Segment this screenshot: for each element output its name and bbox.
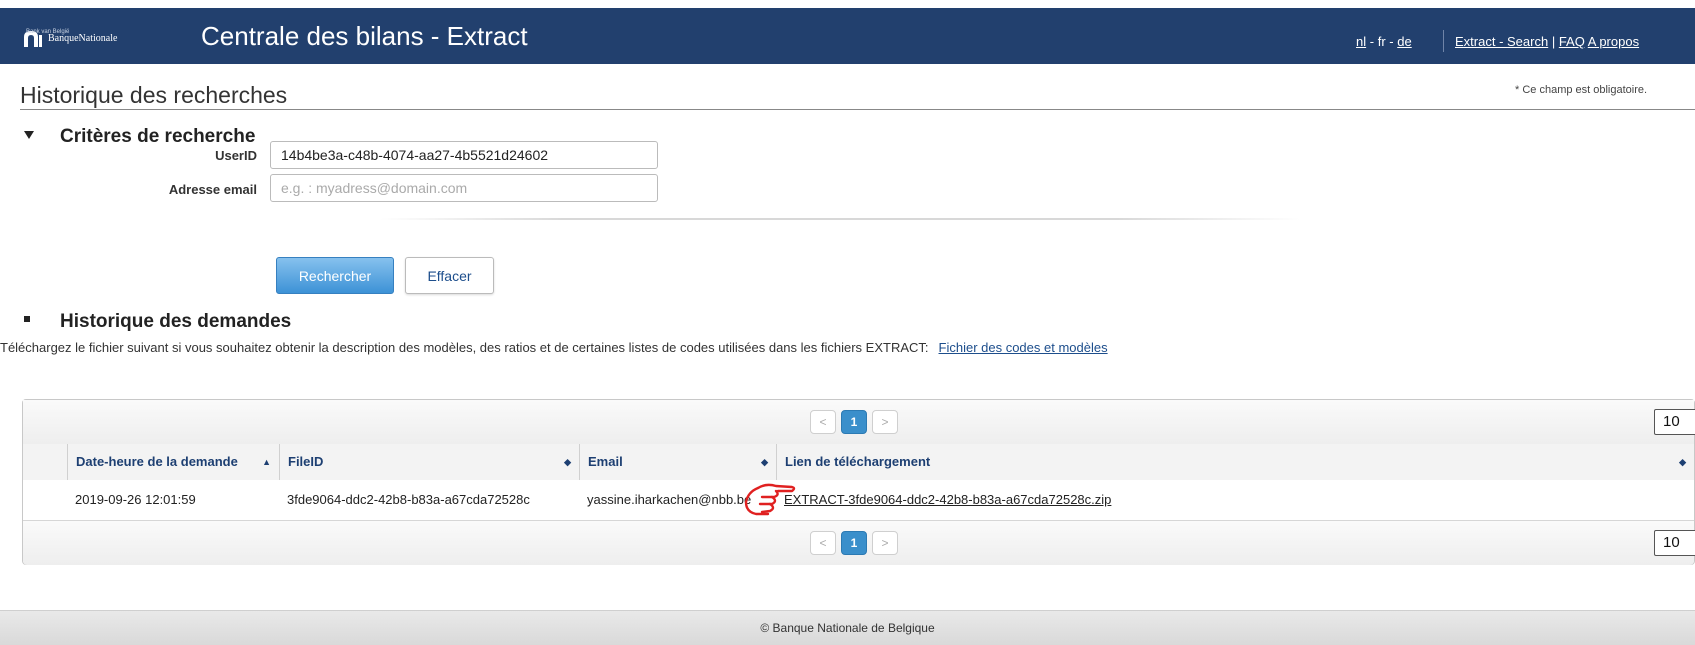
codes-models-file-link[interactable]: Fichier des codes et modèles (939, 340, 1108, 355)
top-nav: Extract - Search | FAQ A propos (1455, 34, 1639, 49)
page-size-select[interactable]: 10 ⌵ (1654, 530, 1695, 556)
nav-extract-search[interactable]: Extract - Search (1455, 34, 1548, 49)
cell-fileid: 3fde9064-ddc2-42b8-b83a-a67cda72528c (287, 492, 530, 507)
history-table-panel: < 1 > 10 ⌵ Date-heure de la demande ▲ Fil… (22, 399, 1695, 565)
pager-page-1[interactable]: 1 (841, 531, 867, 555)
sort-icon[interactable]: ▲ (262, 444, 271, 480)
userid-label: UserID (215, 148, 257, 163)
pager-bottom: < 1 > 10 ⌵ (23, 520, 1695, 565)
sort-icon[interactable]: ◆ (1679, 444, 1686, 480)
column-header-download[interactable]: Lien de téléchargement ◆ (776, 444, 1694, 480)
page-size-select[interactable]: 10 ⌵ (1654, 409, 1695, 435)
pager-page-1[interactable]: 1 (841, 410, 867, 434)
download-zip-link[interactable]: EXTRACT-3fde9064-ddc2-42b8-b83a-a67cda72… (784, 492, 1111, 507)
lang-separator: - (1369, 34, 1378, 49)
pointing-hand-icon (744, 483, 796, 516)
app-title: Centrale des bilans - Extract (201, 21, 528, 51)
title-divider (20, 109, 1695, 110)
cell-date: 2019-09-26 12:01:59 (75, 492, 196, 507)
column-header-date[interactable]: Date-heure de la demande ▲ (67, 444, 279, 480)
column-header-email-label: Email (588, 454, 623, 469)
criteria-heading: Critères de recherche (60, 126, 256, 147)
lang-de-link[interactable]: de (1397, 34, 1411, 49)
page-size-value: 10 (1663, 534, 1680, 551)
pager-prev-button[interactable]: < (810, 410, 836, 434)
nav-about[interactable]: A propos (1588, 34, 1639, 49)
page-title: Historique des recherches (20, 82, 288, 108)
required-field-note: * Ce champ est obligatoire. (1515, 84, 1648, 96)
section-bullet-icon (24, 315, 30, 322)
column-header-date-label: Date-heure de la demande (76, 454, 238, 469)
criteria-section-toggle[interactable]: Critères de recherche (24, 126, 255, 148)
nav-separator: | (1551, 34, 1559, 49)
email-input[interactable] (270, 174, 658, 202)
column-header-fileid-label: FileID (288, 454, 324, 469)
header-divider (1443, 30, 1444, 52)
language-switcher: nl - fr - de (1356, 34, 1412, 49)
column-header-email[interactable]: Email ◆ (579, 444, 776, 480)
table-row: 2019-09-26 12:01:59 3fde9064-ddc2-42b8-b… (23, 480, 1694, 520)
column-header-download-label: Lien de téléchargement (785, 454, 931, 469)
page-footer: © Banque Nationale de Belgique (0, 610, 1695, 645)
pager-top: < 1 > 10 ⌵ (23, 400, 1695, 445)
history-description: Téléchargez le fichier suivant si vous s… (0, 340, 1108, 355)
collapse-triangle-icon (24, 130, 34, 139)
history-heading: Historique des demandes (60, 311, 292, 332)
page-size-value: 10 (1663, 413, 1680, 430)
sort-icon[interactable]: ◆ (564, 444, 571, 480)
sort-icon[interactable]: ◆ (761, 444, 768, 480)
userid-input[interactable] (270, 141, 658, 169)
search-button[interactable]: Rechercher (276, 257, 394, 294)
email-label: Adresse email (168, 182, 257, 197)
logo-subtext: Bank van België (26, 29, 70, 35)
pager-next-button[interactable]: > (872, 531, 898, 555)
column-header-fileid[interactable]: FileID ◆ (279, 444, 579, 480)
history-section-toggle[interactable]: Historique des demandes (24, 311, 291, 333)
lang-fr-current: fr (1377, 34, 1386, 49)
table-header: Date-heure de la demande ▲ FileID ◆ Email ◆… (23, 444, 1694, 481)
nav-faq[interactable]: FAQ (1559, 34, 1585, 49)
clear-button[interactable]: Effacer (405, 257, 494, 294)
cell-download: EXTRACT-3fde9064-ddc2-42b8-b83a-a67cda72… (776, 480, 1476, 520)
history-description-text: Téléchargez le fichier suivant si vous s… (0, 340, 929, 355)
form-divider (380, 218, 1300, 220)
app-header: BanqueNationale Bank van België Centrale… (0, 8, 1695, 64)
pager-next-button[interactable]: > (872, 410, 898, 434)
pager-prev-button[interactable]: < (810, 531, 836, 555)
lang-nl-link[interactable]: nl (1356, 34, 1366, 49)
